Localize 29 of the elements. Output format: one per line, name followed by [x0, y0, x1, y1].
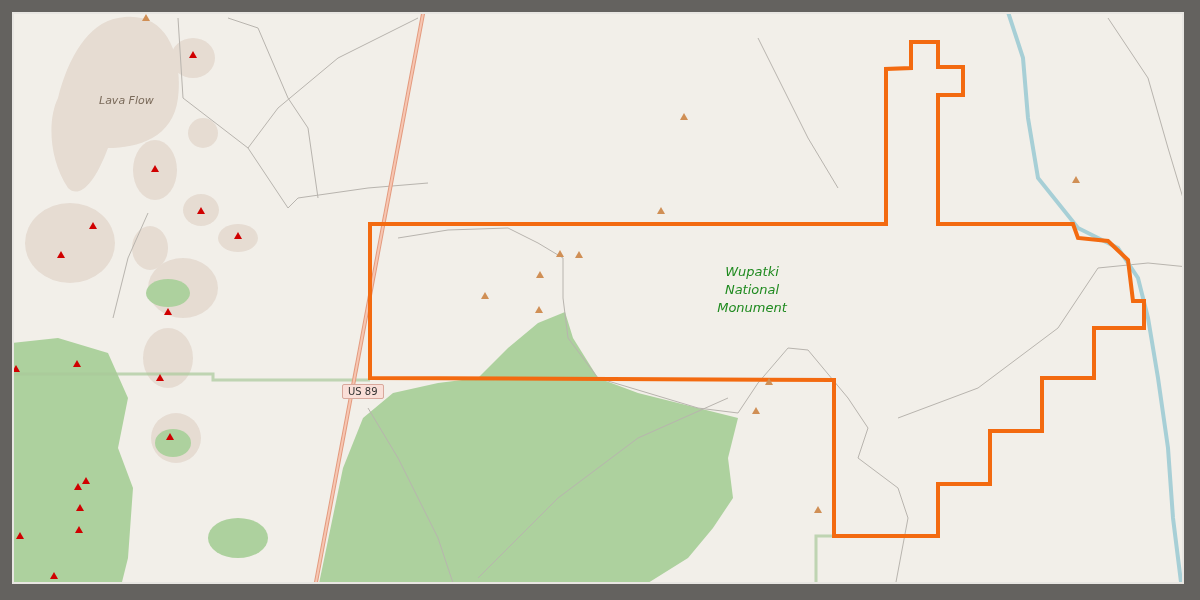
forest-boundary-line	[814, 534, 834, 582]
peak-icon	[234, 232, 242, 239]
peak-icon	[151, 165, 159, 172]
peak-icon	[142, 14, 150, 21]
peak-icon	[765, 378, 773, 385]
peak-icon	[189, 51, 197, 58]
peak-icon	[89, 222, 97, 229]
peak-icon	[752, 407, 760, 414]
area-label: Lava Flow	[99, 94, 154, 107]
peak-icon	[657, 207, 665, 214]
peak-icon	[536, 271, 544, 278]
peak-icon	[1072, 176, 1080, 183]
peak-icon	[814, 506, 822, 513]
peak-icon	[73, 360, 81, 367]
peak-icon	[16, 532, 24, 539]
peak-icon	[680, 113, 688, 120]
peak-icon	[50, 572, 58, 579]
peak-icon	[156, 374, 164, 381]
route-shield: US 89	[342, 384, 384, 399]
peak-icon	[14, 365, 20, 372]
peak-icon	[75, 526, 83, 533]
park-label: Wupatki National Monument	[716, 263, 788, 317]
peak-icon	[556, 250, 564, 257]
peak-icon	[197, 207, 205, 214]
peak-icon	[57, 251, 65, 258]
peak-icon	[166, 433, 174, 440]
peak-icon	[481, 292, 489, 299]
peak-icon	[575, 251, 583, 258]
peak-icon	[76, 504, 84, 511]
